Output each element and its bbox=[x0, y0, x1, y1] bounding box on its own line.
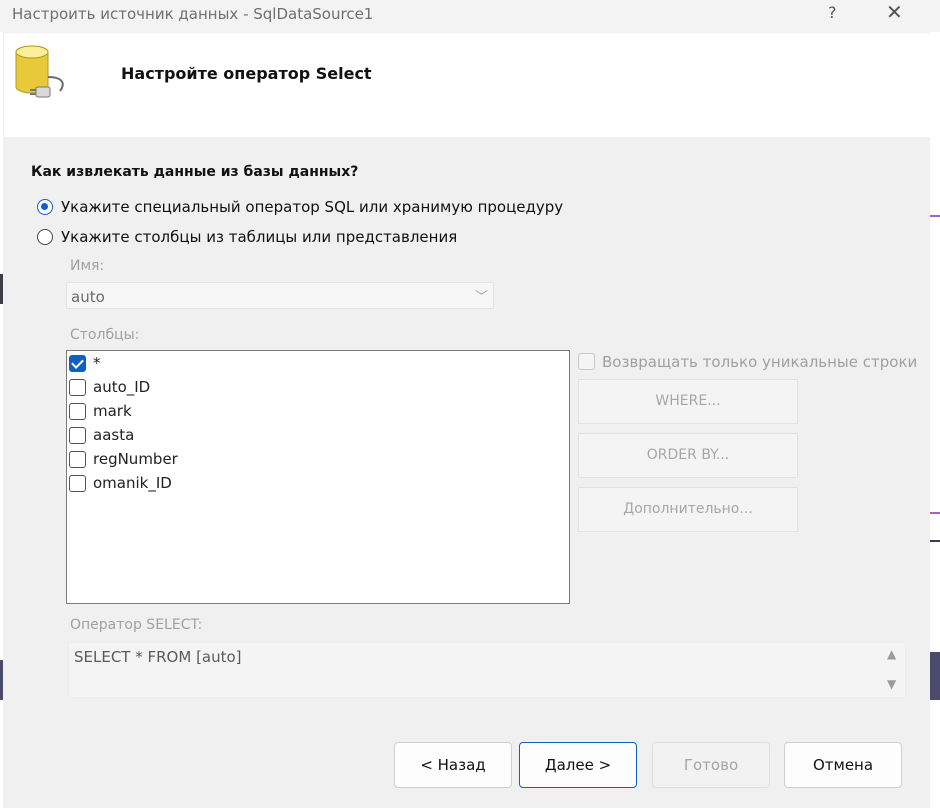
column-label: regNumber bbox=[93, 450, 178, 468]
column-label: auto_ID bbox=[93, 378, 151, 396]
column-checkbox-aasta[interactable] bbox=[69, 427, 86, 444]
column-checkbox-auto-id[interactable] bbox=[69, 379, 86, 396]
columns-label: Столбцы: bbox=[70, 327, 140, 343]
database-plug-icon bbox=[15, 45, 64, 98]
order-by-button[interactable]: ORDER BY... bbox=[578, 433, 798, 478]
help-button[interactable]: ? bbox=[828, 3, 837, 22]
background-line bbox=[930, 540, 940, 542]
close-button[interactable]: ✕ bbox=[886, 0, 903, 24]
background-accent-line bbox=[930, 215, 940, 217]
column-checkbox-regnumber[interactable] bbox=[69, 451, 86, 468]
scroll-up-icon[interactable]: ▲ bbox=[887, 647, 896, 661]
next-button[interactable]: Далее > bbox=[519, 742, 637, 788]
radio-table-columns-label[interactable]: Укажите столбцы из таблицы или представл… bbox=[61, 228, 457, 246]
background-block bbox=[0, 274, 3, 304]
column-checkbox-star[interactable] bbox=[69, 355, 86, 372]
unique-rows-checkbox[interactable] bbox=[578, 353, 595, 370]
select-statement-label: Оператор SELECT: bbox=[70, 617, 203, 633]
name-label: Имя: bbox=[70, 258, 105, 274]
background-accent-line bbox=[930, 512, 940, 514]
unique-rows-label: Возвращать только уникальные строки bbox=[602, 353, 918, 371]
background-block bbox=[930, 652, 940, 700]
columns-listbox[interactable]: * auto_ID mark aasta regNumber omanik_ID bbox=[66, 350, 570, 604]
select-statement-box[interactable]: SELECT * FROM [auto] ▲ ▼ bbox=[68, 642, 906, 698]
cancel-button[interactable]: Отмена bbox=[784, 742, 902, 788]
page-heading: Настройте оператор Select bbox=[121, 64, 372, 83]
radio-custom-sql-label[interactable]: Укажите специальный оператор SQL или хра… bbox=[61, 198, 563, 216]
advanced-button[interactable]: Дополнительно... bbox=[578, 487, 798, 532]
where-button[interactable]: WHERE... bbox=[578, 379, 798, 424]
wizard-header: Настройте оператор Select bbox=[4, 33, 930, 137]
column-label: * bbox=[93, 354, 101, 372]
radio-table-columns[interactable] bbox=[37, 229, 53, 245]
column-checkbox-omanik-id[interactable] bbox=[69, 475, 86, 492]
window-title: Настроить источник данных - SqlDataSourc… bbox=[12, 5, 374, 23]
chevron-down-icon: ﹀ bbox=[475, 290, 489, 305]
scroll-down-icon[interactable]: ▼ bbox=[887, 677, 896, 691]
radio-custom-sql[interactable] bbox=[37, 199, 53, 215]
table-name-select[interactable]: auto ﹀ bbox=[66, 282, 494, 309]
title-bar: Настроить источник данных - SqlDataSourc… bbox=[0, 0, 940, 32]
select-statement-text: SELECT * FROM [auto] bbox=[74, 648, 242, 666]
column-checkbox-mark[interactable] bbox=[69, 403, 86, 420]
background-block bbox=[0, 660, 3, 700]
back-button[interactable]: < Назад bbox=[394, 742, 512, 788]
finish-button[interactable]: Готово bbox=[652, 742, 770, 788]
table-name-value: auto bbox=[71, 288, 105, 306]
retrieval-question: Как извлекать данные из базы данных? bbox=[31, 164, 359, 180]
column-label: omanik_ID bbox=[93, 474, 172, 492]
column-label: aasta bbox=[93, 426, 135, 444]
column-label: mark bbox=[93, 402, 132, 420]
